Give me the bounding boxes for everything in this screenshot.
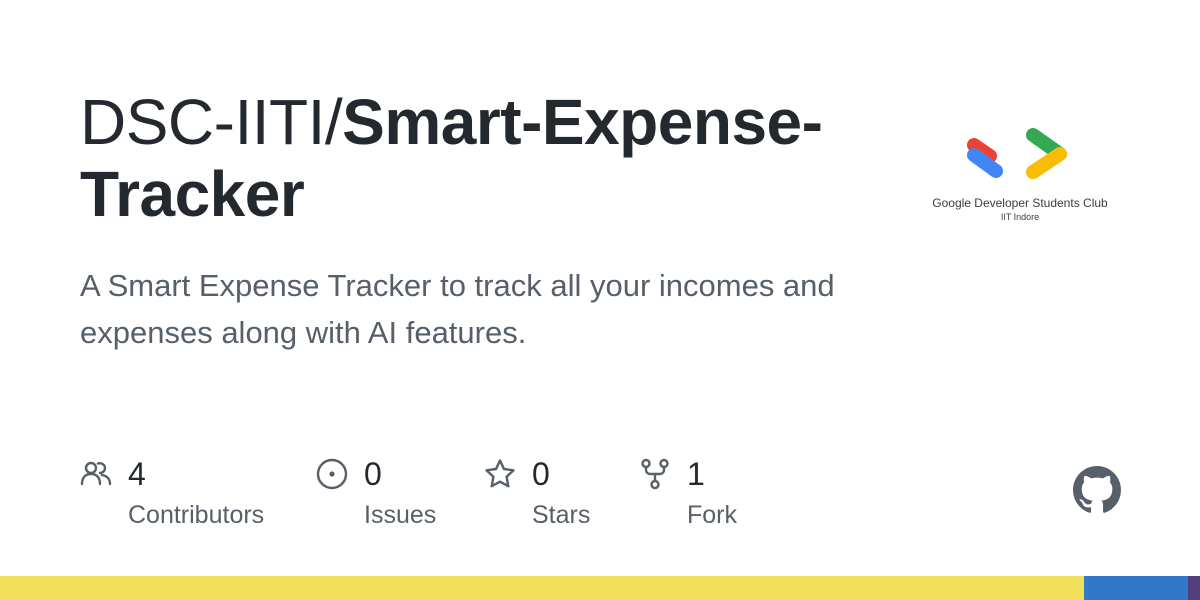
forks-label: Fork	[687, 501, 737, 529]
language-segment-2	[1083, 576, 1188, 600]
issue-opened-icon	[316, 458, 348, 490]
repo-forked-icon	[639, 458, 671, 490]
contributors-count: 4	[128, 456, 146, 492]
stars-count: 0	[532, 456, 550, 492]
github-mark-icon[interactable]	[1073, 466, 1121, 514]
issues-label: Issues	[364, 501, 437, 529]
logo-title: Google Developer Students Club	[932, 196, 1108, 210]
social-preview-card: DSC-IITI/Smart-Expense-Tracker A Smart E…	[0, 0, 1200, 600]
people-icon	[80, 458, 112, 490]
gdsc-logo: Google Developer Students Club IIT Indor…	[920, 120, 1120, 230]
language-bar	[0, 576, 1200, 600]
logo-yellow-stroke	[1026, 147, 1067, 179]
repo-title: DSC-IITI/Smart-Expense-Tracker	[80, 86, 860, 230]
repo-description: A Smart Expense Tracker to track all you…	[80, 268, 835, 350]
forks-count: 1	[687, 456, 705, 492]
issues-count: 0	[364, 456, 382, 492]
repo-owner: DSC-IITI/	[80, 86, 343, 158]
language-segment-1	[0, 576, 1084, 600]
language-segment-3	[1187, 576, 1200, 600]
contributors-label: Contributors	[128, 501, 265, 529]
gdsc-logo-icon	[967, 128, 1067, 179]
star-icon	[484, 458, 516, 490]
stars-label: Stars	[532, 501, 591, 529]
logo-subtitle: IIT Indore	[1000, 212, 1040, 222]
